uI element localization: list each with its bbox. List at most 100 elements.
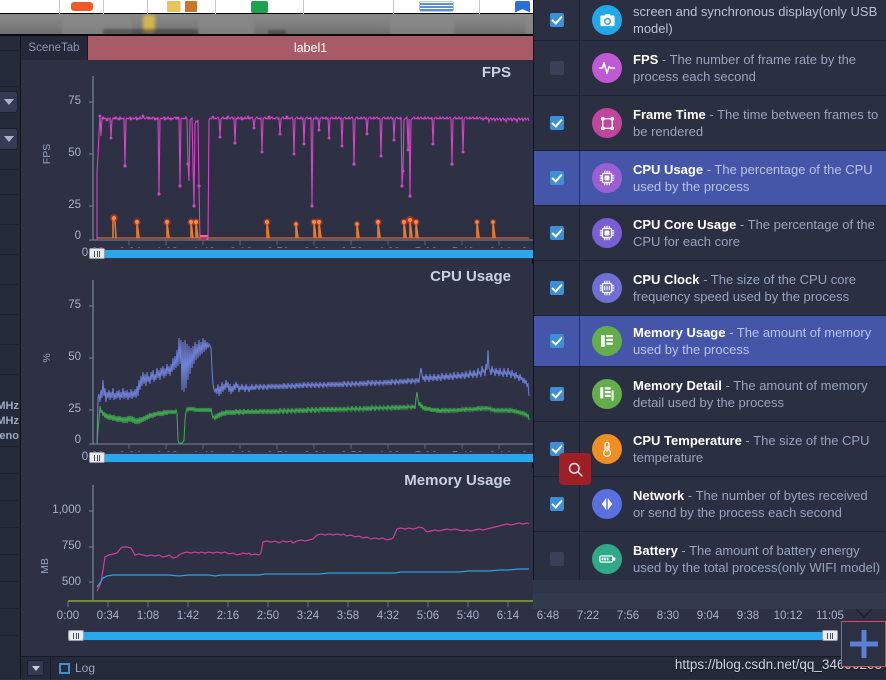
bookmark-item[interactable] <box>104 0 148 14</box>
bookmark-item[interactable] <box>394 0 480 14</box>
metric-checkbox-cell[interactable] <box>534 151 580 205</box>
checkbox-cpu-usage[interactable] <box>549 171 564 185</box>
add-button[interactable] <box>841 621 886 667</box>
metric-checkbox-cell[interactable] <box>534 477 580 531</box>
cpu-slider-track[interactable] <box>105 454 533 462</box>
sidebar-dropdown-2[interactable] <box>0 128 18 150</box>
metric-checkbox-cell[interactable] <box>534 367 580 421</box>
cpu-slider-handle-left[interactable] <box>89 452 105 463</box>
metric-row-cpu-clock[interactable]: CPU Clock - The size of the CPU core fre… <box>534 261 886 316</box>
xtick: 11:05 <box>816 610 844 622</box>
metric-row-cpu-core-usage[interactable]: CPU Core Usage - The percentage of the C… <box>534 206 886 261</box>
metric-checkbox-cell[interactable] <box>534 261 580 315</box>
memory-icon <box>592 326 622 356</box>
ytick: 0 <box>74 434 81 446</box>
checkbox-cpu-clock[interactable] <box>549 281 564 295</box>
chart-cpu-plot <box>89 280 533 449</box>
metric-row-frame-time[interactable]: Frame Time - The time between frames to … <box>534 96 886 151</box>
bookmark-item[interactable] <box>60 0 104 14</box>
plus-icon <box>849 630 878 658</box>
xtick: 0:34 <box>96 610 120 622</box>
bookmark-item[interactable] <box>216 0 304 14</box>
bookmark-item[interactable] <box>0 0 60 14</box>
fps-slider-handle-left[interactable] <box>89 248 105 259</box>
xtick: 7:56 <box>616 610 640 622</box>
metric-list-footer <box>533 580 886 594</box>
search-button[interactable] <box>559 453 591 485</box>
global-slider-handle-left[interactable] <box>68 630 84 641</box>
ytick: 25 <box>68 403 81 415</box>
metric-row-memory-usage[interactable]: Memory Usage - The amount of memory used… <box>534 316 886 367</box>
ytick: 75 <box>68 299 81 311</box>
xtick: 6:14 <box>496 610 520 622</box>
chart-cpu-usage: CPU Usage % 75 50 25 0 <box>21 264 537 463</box>
cpu-time-slider[interactable] <box>89 452 533 463</box>
checkbox-memory-usage[interactable] <box>549 334 564 348</box>
xtick: 10:12 <box>773 610 803 622</box>
global-slider-handle-right[interactable] <box>822 630 838 641</box>
cpu-chip-icon <box>592 163 622 193</box>
metric-selection-list[interactable]: screen and synchronous display(only USB … <box>533 0 886 593</box>
xtick: 3:58 <box>336 610 360 622</box>
metric-checkbox-cell[interactable] <box>534 316 580 366</box>
fps-time-slider[interactable] <box>89 248 533 259</box>
camera-icon <box>592 5 622 35</box>
metric-row-screen[interactable]: screen and synchronous display(only USB … <box>534 0 886 41</box>
xtick: 5:06 <box>416 610 440 622</box>
ytick: 1,000 <box>52 504 81 516</box>
ytick: 0 <box>74 230 81 242</box>
checkbox-fps[interactable] <box>549 61 564 75</box>
metric-row-network[interactable]: Network - The number of bytes received o… <box>534 477 886 532</box>
ytick: 50 <box>68 147 81 159</box>
memory-detail-icon <box>592 379 622 409</box>
chart-fps: FPS FPS 75 50 25 0 <box>21 60 537 259</box>
chevron-down-icon <box>4 99 14 105</box>
checkbox-screen[interactable] <box>549 13 564 27</box>
ytick: 25 <box>68 199 81 211</box>
checkbox-network[interactable] <box>549 497 564 511</box>
statusbar-dropdown-button[interactable] <box>27 660 44 676</box>
chevron-down-icon <box>4 136 14 142</box>
tab-label1[interactable]: label1 <box>88 36 533 60</box>
tab-scenetab[interactable]: SceneTab <box>21 36 88 60</box>
fps-slider-track[interactable] <box>105 250 533 258</box>
checkbox-battery[interactable] <box>549 552 564 566</box>
metric-checkbox-cell[interactable] <box>534 206 580 260</box>
chevron-down-icon <box>31 665 40 671</box>
search-icon <box>568 462 583 477</box>
metric-row-fps[interactable]: FPS - The number of frame rate by the pr… <box>534 41 886 96</box>
cpu-chip-icon <box>592 218 622 248</box>
checkbox-memory-detail[interactable] <box>549 387 564 401</box>
bookmark-item[interactable] <box>148 0 216 14</box>
log-checkbox[interactable] <box>59 662 70 674</box>
cpu-clock-icon <box>592 273 622 303</box>
metric-row-memory-detail[interactable]: Memory Detail - The amount of memory det… <box>534 367 886 422</box>
xtick: 9:04 <box>696 610 720 622</box>
xtick: 0:00 <box>56 610 80 622</box>
xtick: 5:40 <box>456 610 480 622</box>
checkbox-frame-time[interactable] <box>549 116 564 130</box>
metric-row-battery[interactable]: Battery - The amount of battery energy u… <box>534 532 886 587</box>
metric-label-fps: FPS - The number of frame rate by the pr… <box>633 52 857 84</box>
orange-folder-icon <box>70 2 93 11</box>
battery-icon <box>592 544 622 574</box>
metric-checkbox-cell[interactable] <box>534 0 580 40</box>
metric-checkbox-cell[interactable] <box>534 532 580 586</box>
metric-checkbox-cell[interactable] <box>534 96 580 150</box>
collapse-arrow-icon[interactable] <box>855 608 873 620</box>
global-slider-track[interactable] <box>84 632 822 640</box>
green-doc-icon <box>251 0 268 13</box>
metric-list-footer-band <box>533 593 886 609</box>
sidebar-dropdown-1[interactable] <box>0 91 18 113</box>
statusbar-divider <box>50 656 51 680</box>
metric-label-screen: screen and synchronous display(only USB … <box>633 4 878 36</box>
chart-fps-plot <box>89 76 533 245</box>
bookmark-item[interactable] <box>304 0 394 14</box>
metric-label-cpu-clock: CPU Clock - The size of the CPU core fre… <box>633 272 857 304</box>
checkbox-cpu-core-usage[interactable] <box>549 226 564 240</box>
global-time-slider[interactable] <box>68 630 838 641</box>
thermometer-icon <box>592 434 622 464</box>
metric-label-battery: Battery - The amount of battery energy u… <box>633 543 881 575</box>
metric-row-cpu-usage[interactable]: CPU Usage - The percentage of the CPU us… <box>534 151 886 206</box>
metric-checkbox-cell[interactable] <box>534 41 580 95</box>
